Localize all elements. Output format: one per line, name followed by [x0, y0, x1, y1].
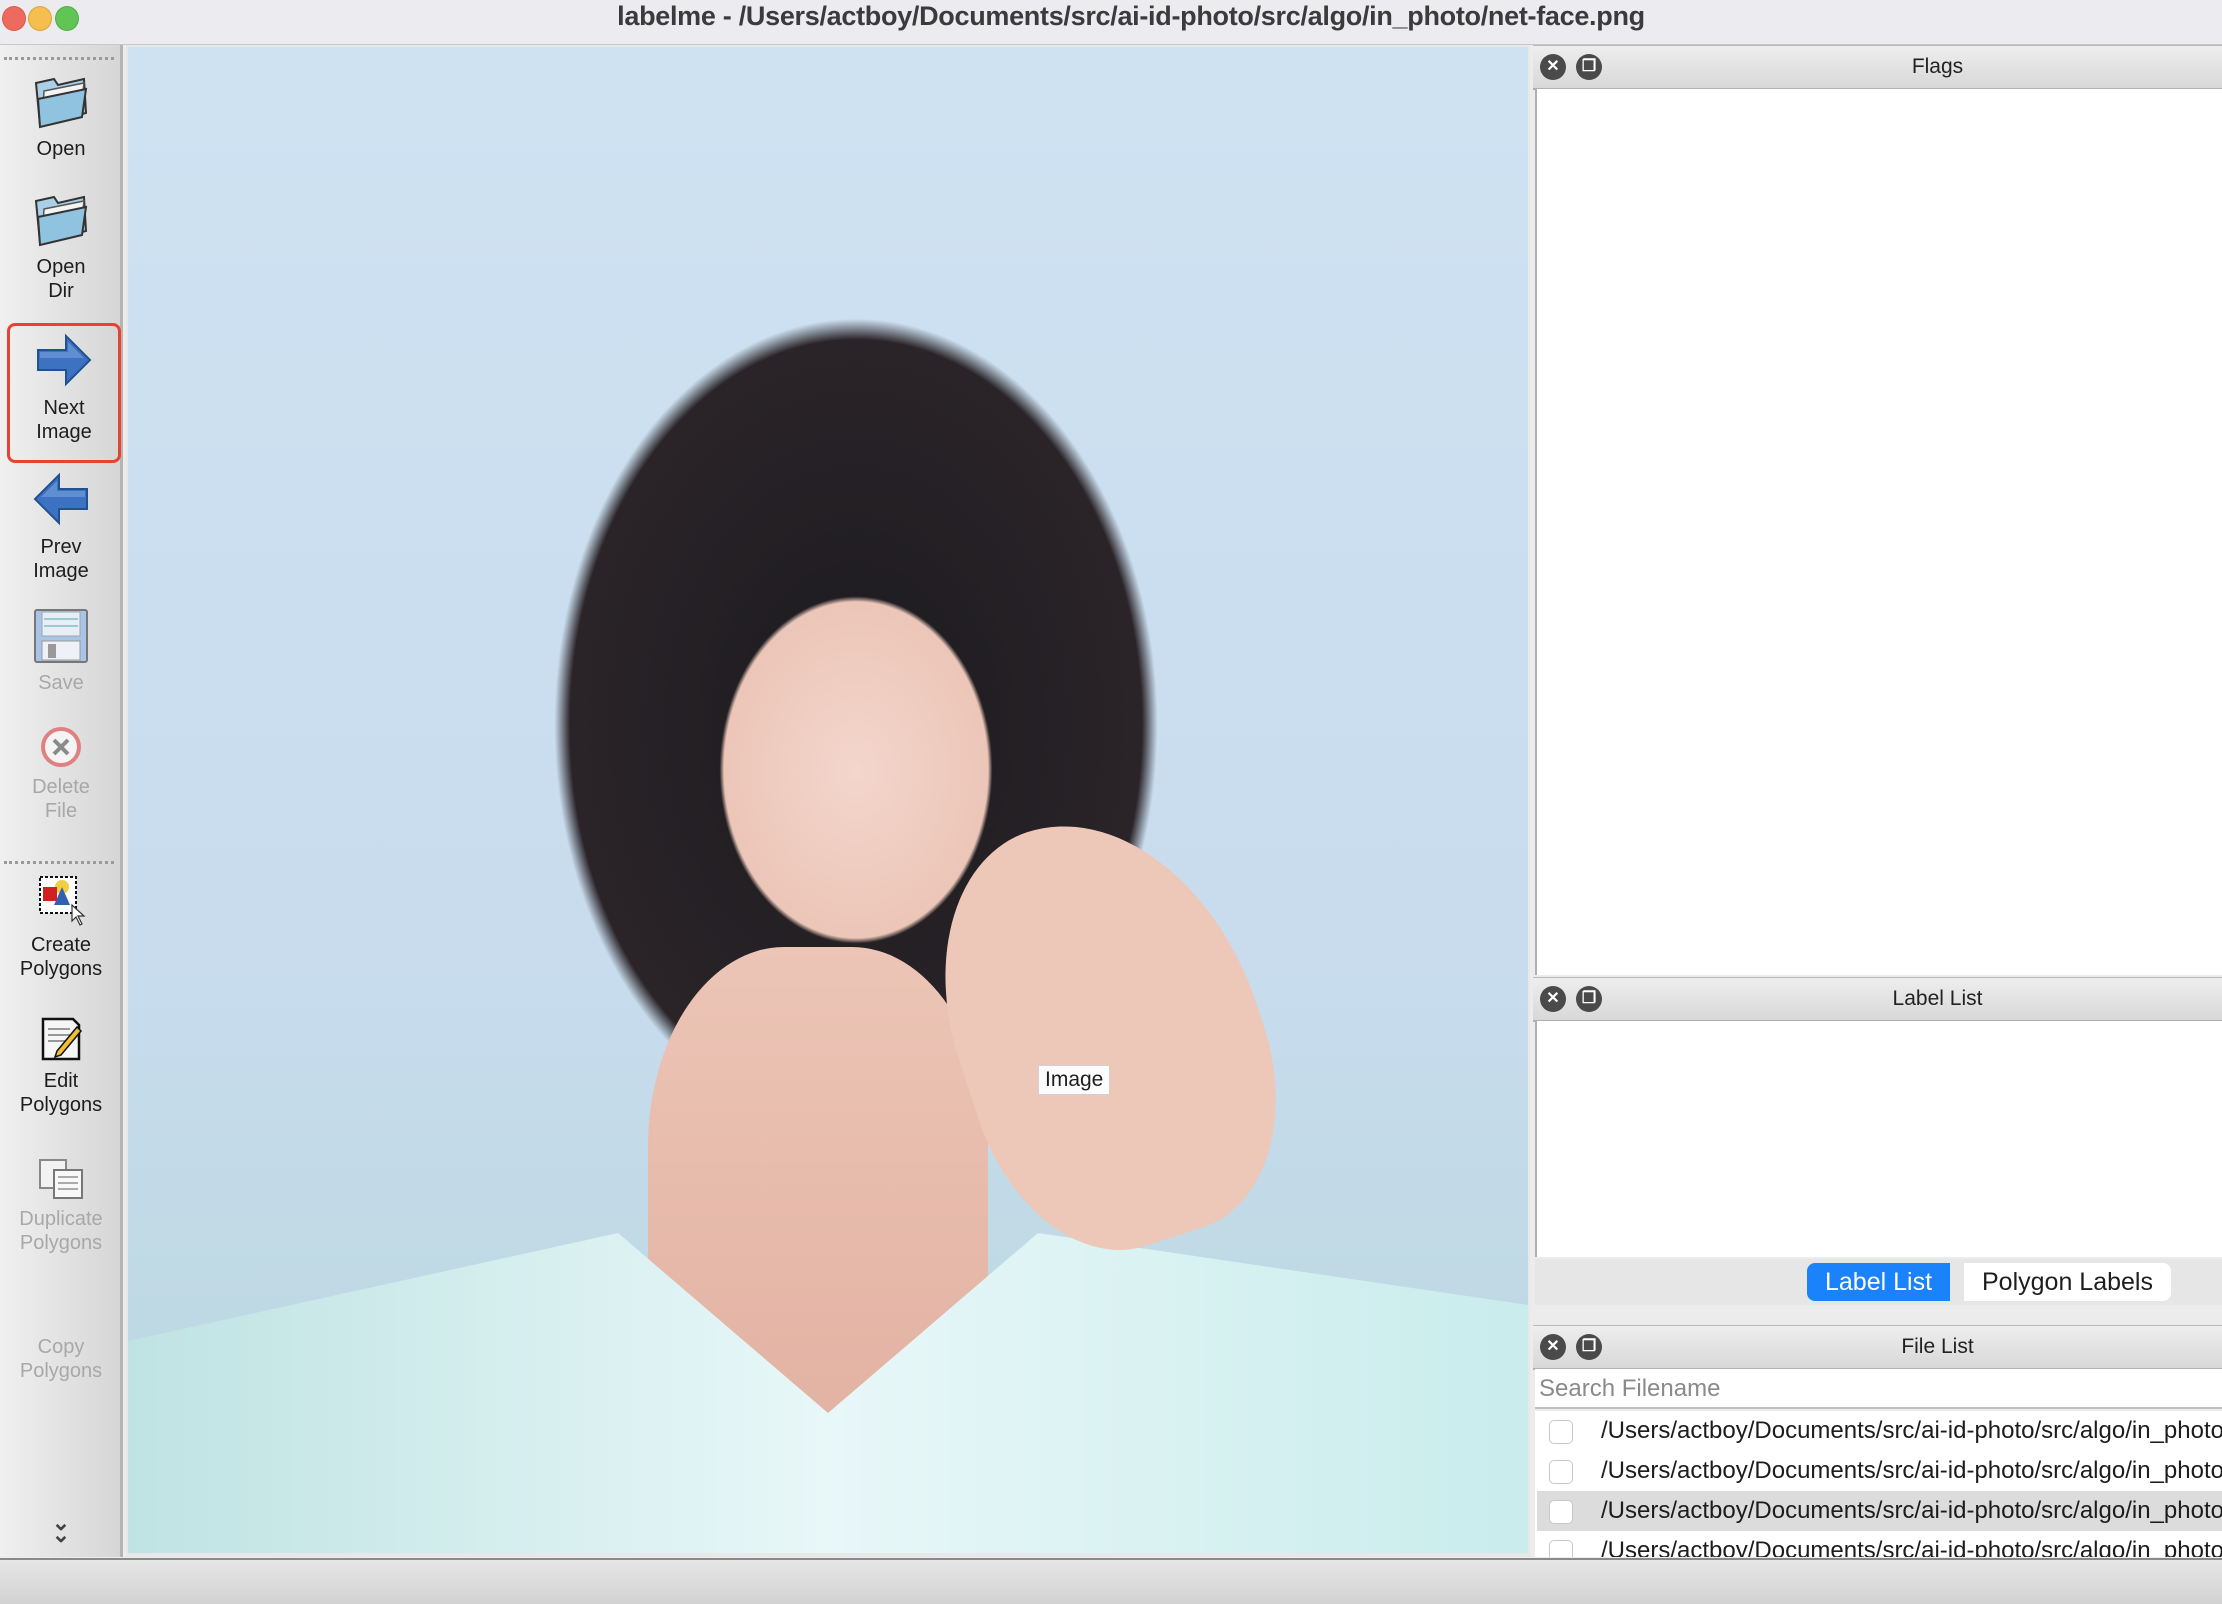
file-list-dock-header: ✕ ❐ File List — [1533, 1325, 2222, 1370]
open-dir-label-1: Open — [36, 256, 86, 278]
image-canvas[interactable]: Image — [126, 45, 1530, 1557]
file-list-item[interactable]: /Users/actboy/Documents/src/ai-id-photo/… — [1537, 1531, 2222, 1557]
duplicate-polygons-label-1: Duplicate — [19, 1208, 103, 1230]
file-path: /Users/actboy/Documents/src/ai-id-photo/… — [1601, 1537, 2222, 1557]
next-image-label-1: Next — [43, 397, 85, 419]
edit-polygons-button[interactable]: Edit Polygons — [8, 1015, 114, 1117]
window-title: labelme - /Users/actboy/Documents/src/ai… — [617, 1, 1645, 31]
folder-open-icon — [34, 195, 88, 247]
create-polygon-icon — [39, 876, 86, 926]
copy-polygons-button[interactable]: Copy Polygons — [8, 1335, 114, 1383]
next-image-label-2: Image — [36, 421, 92, 443]
duplicate-icon — [39, 1159, 83, 1199]
delete-file-label-1: Delete — [32, 776, 90, 798]
file-checkbox[interactable] — [1549, 1540, 1573, 1557]
file-list-title: File List — [1901, 1335, 1974, 1358]
floppy-disk-icon — [34, 609, 88, 663]
dock-tab-bar: Label List Polygon Labels — [1535, 1259, 2222, 1305]
flags-dock-header: ✕ ❐ Flags — [1533, 45, 2222, 90]
open-dir-label-2: Dir — [48, 280, 74, 302]
file-checkbox[interactable] — [1549, 1420, 1573, 1444]
delete-file-label-2: File — [44, 800, 78, 822]
file-path: /Users/actboy/Documents/src/ai-id-photo/… — [1601, 1457, 2222, 1484]
flags-title: Flags — [1911, 55, 1964, 78]
arrow-right-icon — [37, 333, 92, 387]
folder-open-icon — [34, 77, 88, 129]
file-path: /Users/actboy/Documents/src/ai-id-photo/… — [1601, 1417, 2222, 1444]
tools-toolbar: Open Open Dir Next Image Prev Image Save… — [0, 45, 123, 1557]
search-filename-input[interactable]: Search Filename — [1535, 1369, 2222, 1409]
status-bar — [0, 1558, 2222, 1604]
tab-polygon-labels[interactable]: Polygon Labels — [1964, 1263, 2171, 1301]
create-polygons-label-2: Polygons — [19, 958, 103, 980]
file-checkbox[interactable] — [1549, 1500, 1573, 1524]
toolbar-separator — [4, 861, 114, 864]
prev-image-label-1: Prev — [40, 536, 82, 558]
delete-file-button[interactable]: Delete File — [8, 725, 114, 823]
label-list-title: Label List — [1892, 987, 1983, 1010]
double-chevron-down-icon: ⌄ ⌄ — [51, 1510, 71, 1547]
copy-polygons-label-1: Copy — [37, 1336, 85, 1358]
prev-image-label-2: Image — [33, 560, 89, 582]
flags-list[interactable] — [1535, 89, 2222, 975]
copy-polygons-label-2: Polygons — [19, 1360, 103, 1382]
delete-circle-icon — [41, 727, 81, 767]
next-image-button[interactable]: Next Image — [7, 323, 121, 463]
create-polygons-button[interactable]: Create Polygons — [8, 873, 114, 981]
create-polygons-label-1: Create — [30, 934, 92, 956]
flags-dock: ✕ ❐ Flags — [1533, 45, 2222, 975]
open-button[interactable]: Open — [8, 69, 114, 161]
save-label: Save — [38, 672, 84, 694]
portrait-photo — [128, 47, 1528, 1553]
canvas-tooltip: Image — [1038, 1065, 1111, 1095]
file-list-item[interactable]: /Users/actboy/Documents/src/ai-id-photo/… — [1537, 1411, 2222, 1451]
open-dir-button[interactable]: Open Dir — [8, 187, 114, 303]
file-list-item-selected[interactable]: /Users/actboy/Documents/src/ai-id-photo/… — [1537, 1491, 2222, 1531]
tab-label-list[interactable]: Label List — [1807, 1263, 1951, 1301]
file-path: /Users/actboy/Documents/src/ai-id-photo/… — [1601, 1497, 2222, 1524]
prev-image-button[interactable]: Prev Image — [8, 469, 114, 583]
file-list: /Users/actboy/Documents/src/ai-id-photo/… — [1535, 1411, 2222, 1557]
save-button[interactable]: Save — [8, 607, 114, 695]
edit-polygons-label-1: Edit — [43, 1070, 79, 1092]
file-checkbox[interactable] — [1549, 1460, 1573, 1484]
file-list-dock: ✕ ❐ File List Search Filename /Users/act… — [1533, 1325, 2222, 1557]
toolbar-grip[interactable] — [4, 57, 114, 60]
title-bar: labelme - /Users/actboy/Documents/src/ai… — [0, 0, 2222, 45]
duplicate-polygons-label-2: Polygons — [19, 1232, 103, 1254]
edit-pencil-icon — [41, 1017, 83, 1061]
open-label: Open — [36, 138, 86, 160]
edit-polygons-label-2: Polygons — [19, 1094, 103, 1116]
label-list-dock: ✕ ❐ Label List Label List Polygon Labels — [1533, 977, 2222, 1327]
toolbar-extension-button[interactable]: ⌄ ⌄ — [8, 1512, 114, 1546]
arrow-left-icon — [33, 472, 88, 526]
file-list-item[interactable]: /Users/actboy/Documents/src/ai-id-photo/… — [1537, 1451, 2222, 1491]
label-list[interactable] — [1535, 1021, 2222, 1257]
label-list-dock-header: ✕ ❐ Label List — [1533, 977, 2222, 1022]
duplicate-polygons-button[interactable]: Duplicate Polygons — [8, 1157, 114, 1255]
